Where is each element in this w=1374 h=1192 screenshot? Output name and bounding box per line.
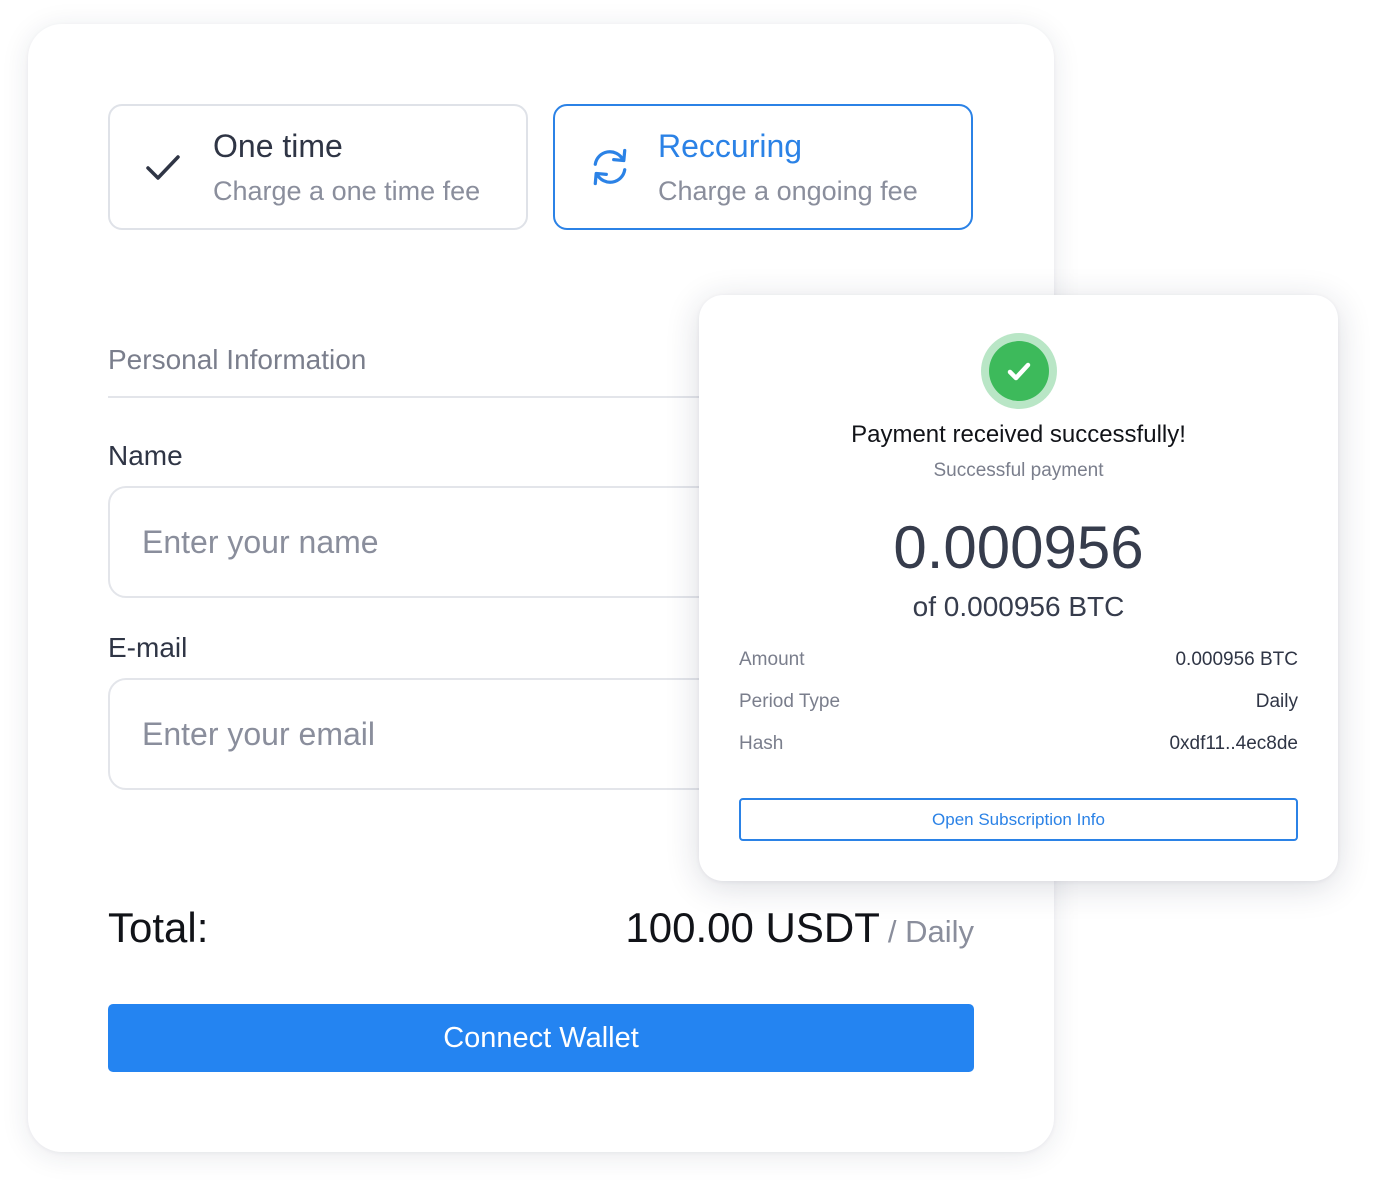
detail-value: 0xdf11..4ec8de <box>1169 733 1298 754</box>
payment-success-title: Payment received successfully! <box>851 421 1186 448</box>
page: One time Charge a one time fee Reccuring… <box>0 0 1374 1192</box>
refresh-icon <box>587 144 633 190</box>
connect-wallet-button[interactable]: Connect Wallet <box>108 1004 974 1072</box>
plan-option-recurring[interactable]: Reccuring Charge a ongoing fee <box>553 104 973 230</box>
detail-value: Daily <box>1255 691 1298 712</box>
open-subscription-info-button[interactable]: Open Subscription Info <box>739 798 1298 841</box>
name-label: Name <box>108 440 183 471</box>
detail-key: Period Type <box>739 691 841 712</box>
plan-option-one-time[interactable]: One time Charge a one time fee <box>108 104 528 230</box>
email-label: E-mail <box>108 632 188 663</box>
payment-success-subtitle: Successful payment <box>933 460 1104 481</box>
plan-title-one-time: One time <box>213 128 343 164</box>
detail-row-period-type: Period Type Daily <box>739 691 1298 719</box>
success-check-icon-inner <box>989 341 1049 401</box>
section-title-personal-information: Personal Information <box>108 344 367 375</box>
payment-success-card: Payment received successfully! Successfu… <box>699 295 1338 881</box>
detail-row-amount: Amount 0.000956 BTC <box>739 649 1298 677</box>
total-period: / Daily <box>887 914 974 949</box>
plan-description-one-time: Charge a one time fee <box>213 176 481 206</box>
payment-amount-of: of 0.000956 BTC <box>912 591 1125 622</box>
detail-key: Amount <box>739 649 805 670</box>
detail-key: Hash <box>739 733 784 754</box>
total-value: 100.00 USDT <box>625 904 880 951</box>
total-label: Total: <box>108 904 209 951</box>
detail-row-hash: Hash 0xdf11..4ec8de <box>739 733 1298 761</box>
plan-description-recurring: Charge a ongoing fee <box>658 176 918 206</box>
success-check-icon <box>981 333 1057 409</box>
plan-title-recurring: Reccuring <box>658 128 803 164</box>
check-icon <box>140 144 186 190</box>
total-amount: 100.00 USDT / Daily <box>625 904 974 952</box>
payment-amount: 0.000956 <box>893 514 1144 581</box>
detail-value: 0.000956 BTC <box>1175 649 1298 670</box>
